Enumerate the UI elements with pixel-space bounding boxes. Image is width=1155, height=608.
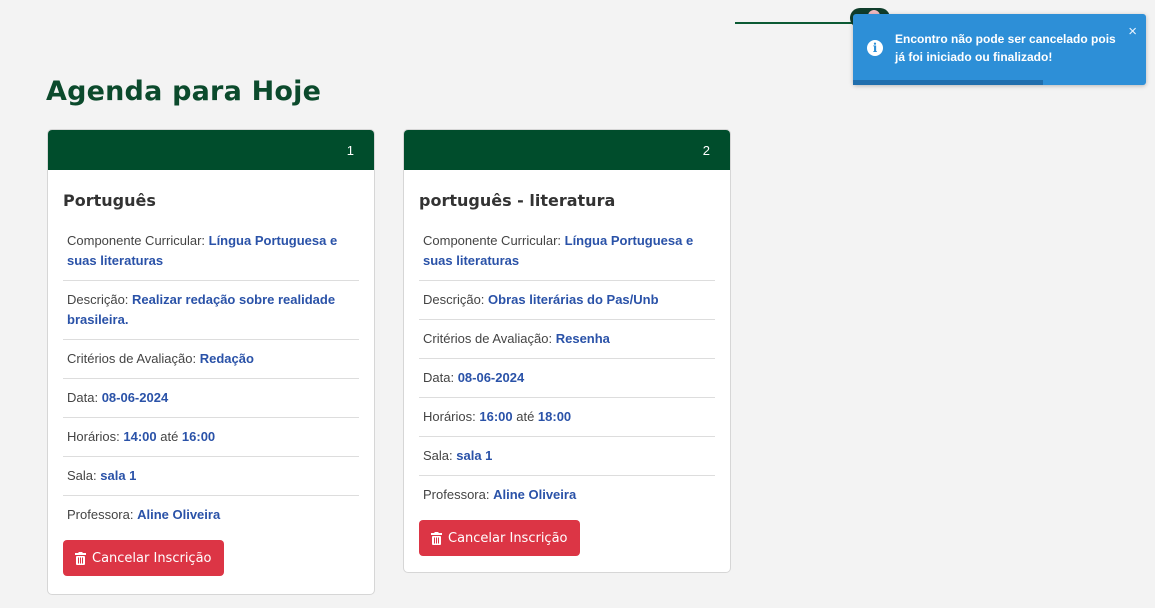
descricao-value: Obras literárias do Pas/Unb [488, 292, 659, 307]
criterios-field: Critérios de Avaliação: Redação [63, 340, 359, 379]
cancel-button-label: Cancelar Inscrição [92, 550, 212, 566]
info-icon: i [867, 40, 883, 56]
card-title: Português [63, 191, 156, 210]
descricao-field: Descrição: Realizar redação sobre realid… [63, 281, 359, 340]
componente-curricular-field: Componente Curricular: Língua Portuguesa… [419, 222, 715, 281]
data-value: 08-06-2024 [457, 370, 525, 385]
hora-fim-value: 16:00 [181, 429, 216, 444]
hora-fim-value: 18:00 [537, 409, 572, 424]
cancel-enrollment-button[interactable]: Cancelar Inscrição [63, 540, 224, 576]
card-header: 1 [48, 130, 374, 170]
trash-icon [75, 551, 86, 565]
criterios-value: Redação [199, 351, 254, 366]
data-field: Data: 08-06-2024 [419, 359, 715, 398]
descricao-field: Descrição: Obras literárias do Pas/Unb [419, 281, 715, 320]
componente-curricular-field: Componente Curricular: Língua Portuguesa… [63, 222, 359, 281]
criterios-value: Resenha [555, 331, 610, 346]
card-number: 1 [346, 143, 354, 158]
professora-value: Aline Oliveira [493, 487, 577, 502]
close-icon[interactable]: × [1128, 24, 1137, 39]
toast-progress-bar [853, 80, 1044, 85]
header-divider-line [735, 22, 855, 24]
horarios-field: Horários: 14:00 até 16:00 [63, 418, 359, 457]
sala-value: sala 1 [456, 448, 493, 463]
card-number: 2 [702, 143, 710, 158]
criterios-field: Critérios de Avaliação: Resenha [419, 320, 715, 359]
professora-field: Professora: Aline Oliveira [423, 487, 577, 502]
professora-value: Aline Oliveira [137, 507, 221, 522]
data-value: 08-06-2024 [101, 390, 169, 405]
card-body: português - literatura Componente Curric… [404, 170, 730, 556]
toast-message: Encontro não pode ser cancelado pois já … [895, 32, 1116, 64]
hora-inicio-value: 14:00 [123, 429, 157, 444]
trash-icon [431, 531, 442, 545]
agenda-card: 2 português - literatura Componente Curr… [403, 129, 731, 573]
professora-field: Professora: Aline Oliveira [67, 507, 221, 522]
card-body: Português Componente Curricular: Língua … [48, 170, 374, 576]
sala-field: Sala: sala 1 [419, 437, 715, 476]
page-title: Agenda para Hoje [46, 76, 322, 107]
agenda-card: 1 Português Componente Curricular: Língu… [47, 129, 375, 595]
sala-value: sala 1 [100, 468, 137, 483]
horarios-field: Horários: 16:00 até 18:00 [419, 398, 715, 437]
hora-inicio-value: 16:00 [479, 409, 513, 424]
data-field: Data: 08-06-2024 [63, 379, 359, 418]
error-toast: i Encontro não pode ser cancelado pois j… [853, 14, 1146, 85]
cancel-enrollment-button[interactable]: Cancelar Inscrição [419, 520, 580, 556]
sala-field: Sala: sala 1 [63, 457, 359, 496]
cancel-button-label: Cancelar Inscrição [448, 530, 568, 546]
card-title: português - literatura [419, 191, 616, 210]
card-header: 2 [404, 130, 730, 170]
